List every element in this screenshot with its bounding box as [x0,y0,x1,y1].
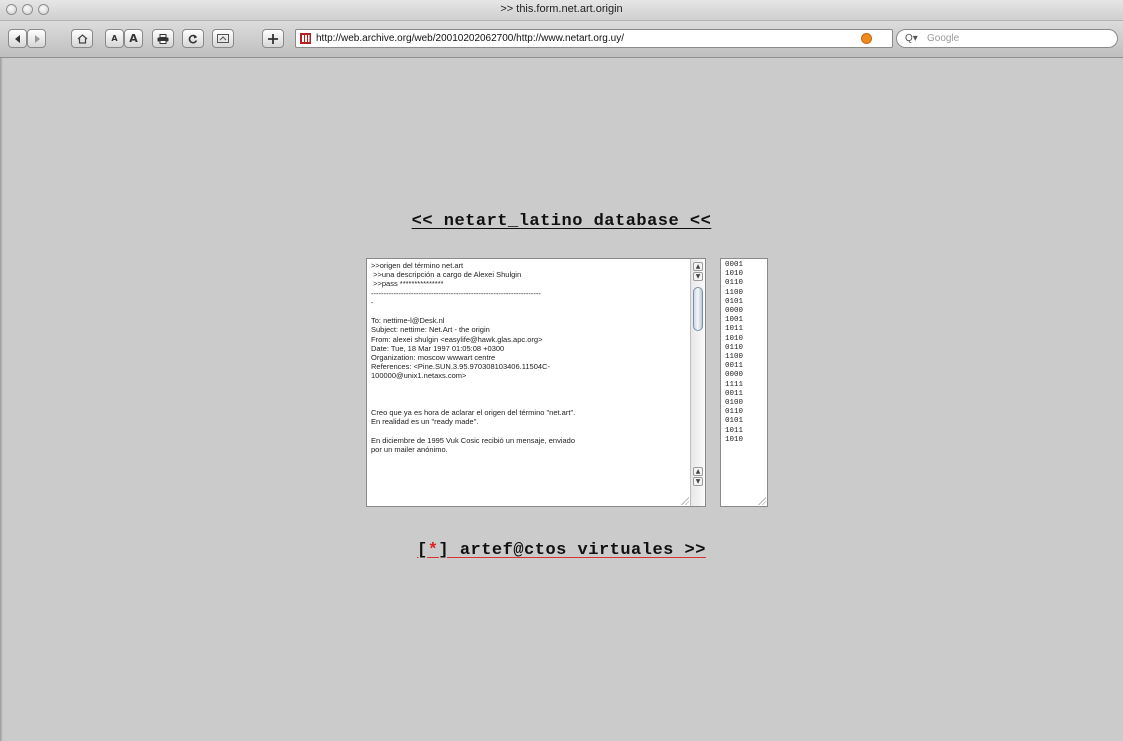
forward-button[interactable] [27,29,46,48]
footer-link-label: artef@ctos virtuales >> [449,541,706,560]
binary-line: 1011 [725,325,744,334]
resize-grip-icon[interactable] [681,497,689,505]
binary-list: 0001 1010 0110 1100 0101 0000 1001 1011 1010 0110… [725,261,743,445]
textarea-line: ----------------------------------------… [371,288,541,298]
textarea-content: >>origen del término net.art >>una descr… [371,261,687,454]
home-icon [77,33,87,44]
textarea-line: - [371,297,374,307]
binary-line: 0110 [725,279,744,288]
binary-line: 1100 [725,353,744,362]
textarea-line: por un mailer anónimo. [371,445,448,455]
textarea-line [371,399,687,408]
home-button[interactable] [71,29,93,48]
back-button[interactable] [8,29,27,48]
bracket-close: ] [438,541,450,560]
heading-link[interactable]: << netart_latino database << [412,212,712,231]
window-titlebar: >> this.form.net.art.origin [0,0,1123,21]
binary-line: 0101 [725,417,744,426]
bracket-open: [ [417,541,428,560]
text-smaller-button[interactable]: A [105,29,124,48]
textarea-line [371,381,687,390]
binary-line: 0011 [725,389,744,398]
textarea-line: From: alexei shulgin <easylife@hawk.glas… [371,334,543,344]
textarea-line [371,427,687,436]
textarea-line: To: nettime-l@Desk.nl [371,316,445,326]
back-arrow-icon [14,34,20,43]
binary-textarea[interactable]: 0001 1010 0110 1100 0101 0000 1001 1011 1010 0110… [720,258,768,507]
binary-line: 1100 [725,288,744,297]
footer-link-text-wrap[interactable]: [*] artef@ctos virtuales >> [417,541,706,560]
binary-line: 1010 [725,334,744,343]
binary-line: 1010 [725,435,744,444]
textarea-line: En realidad es un "ready made". [371,417,479,427]
binary-line: 0011 [725,362,744,371]
search-field[interactable]: Q▾ Google [896,29,1118,48]
plus-icon [268,33,278,44]
artefactos-link[interactable]: [*] artef@ctos virtuales >> [0,541,1123,560]
window-title: >> this.form.net.art.origin [500,3,623,15]
snapback-icon [217,34,229,43]
textarea-line [371,390,687,399]
binary-line: 0100 [725,399,744,408]
textarea-line: 100000@unix1.netaxs.com> [371,371,467,381]
binary-line: 0000 [725,371,744,380]
binary-line: 1010 [725,270,744,279]
textarea-line: Subject: nettime: Net.Art - the origin [371,325,490,335]
binary-line: 0000 [725,307,744,316]
textarea-line: Date: Tue, 18 Mar 1997 01:05:08 +0300 [371,343,505,353]
binary-line: 0001 [725,261,744,269]
binary-line: 1001 [725,316,744,325]
textarea-line: Creo que ya es hora de aclarar el origen… [371,408,576,418]
add-bookmark-button[interactable] [262,29,284,48]
textarea-line: References: <Pine.SUN.3.95.970308103406.… [371,362,550,372]
print-button[interactable] [152,29,174,48]
scrollbar-thumb[interactable] [693,287,703,331]
binary-line: 1111 [725,380,744,389]
binary-line: 0101 [725,297,744,306]
star-icon: * [427,541,439,560]
binary-line: 1011 [725,426,744,435]
binary-line: 0110 [725,408,744,417]
page-heading[interactable]: << netart_latino database << [0,212,1123,231]
url-text: http://web.archive.org/web/2001020206270… [316,33,624,44]
text-bigger-button[interactable]: A [124,29,143,48]
snapback-button[interactable] [212,29,234,48]
resize-grip-icon[interactable] [758,497,766,505]
textarea-line: >>una descripción a cargo de Alexei Shul… [371,270,522,280]
site-favicon-icon [300,33,311,44]
scroll-down-arrow-icon[interactable]: ▼ [693,272,703,281]
textarea-line: En diciembre de 1995 Vuk Cosic recibió u… [371,435,576,445]
printer-icon [157,33,169,44]
binary-line: 0110 [725,343,744,352]
browser-toolbar: A A http://web.archive.org/web/200102020… [0,21,1123,58]
scroll-up-arrow-icon[interactable]: ▲ [693,262,703,271]
scroll-down-arrow-bottom-icon[interactable]: ▼ [693,477,703,486]
textarea-line: >>origen del término net.art [371,261,464,270]
address-bar[interactable]: http://web.archive.org/web/2001020206270… [295,29,893,48]
textarea-scrollbar[interactable]: ▲ ▼ ▲ ▼ [690,259,705,506]
textarea-line: >>pass *************** [371,279,444,289]
textarea-line: Organization: moscow wwwart centre [371,353,496,363]
search-placeholder: Google [927,33,960,44]
reload-button[interactable] [182,29,204,48]
reload-icon [188,34,198,43]
forward-arrow-icon [34,34,40,43]
rss-feed-icon[interactable] [861,33,872,44]
scroll-up-arrow-bottom-icon[interactable]: ▲ [693,467,703,476]
search-icon: Q▾ [905,33,918,44]
textarea-line [371,307,687,316]
window-edge-shadow [0,58,3,741]
description-textarea[interactable]: >>origen del término net.art >>una descr… [366,258,706,507]
